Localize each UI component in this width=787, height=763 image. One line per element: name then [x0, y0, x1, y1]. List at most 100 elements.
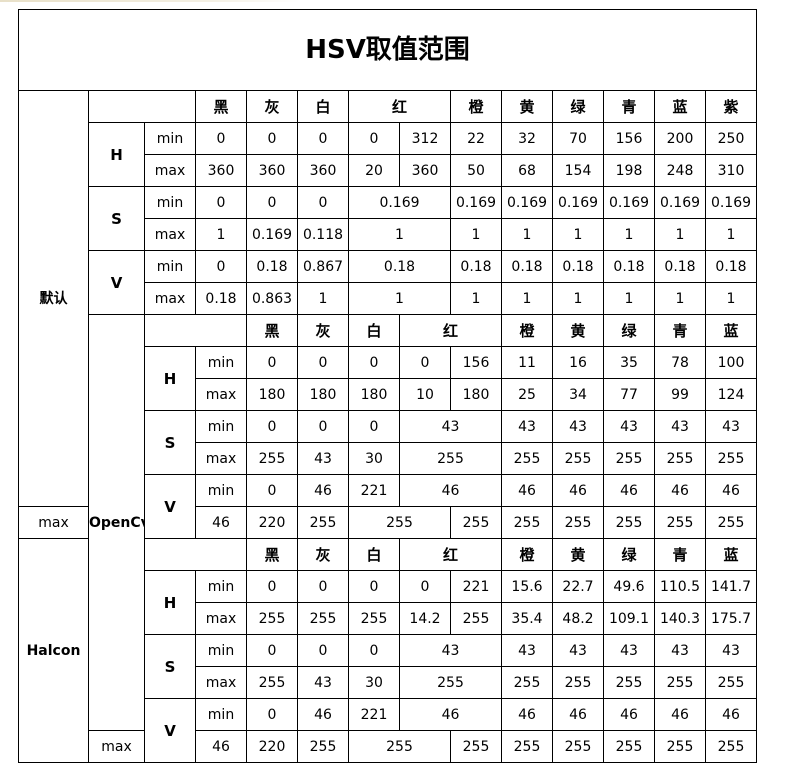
value-cell: 255 — [704, 442, 758, 475]
value-cell: 0 — [348, 410, 400, 443]
value-cell: 14.2 — [399, 602, 451, 635]
minmax-label: max — [88, 730, 145, 763]
value-cell: 0.863 — [246, 282, 298, 315]
table-row: Smin 0 0 0 0.169 0.169 0.169 0.169 0.169 0.169 0.1… — [19, 186, 758, 251]
value-cell: 0 — [195, 122, 247, 155]
color-header-cell: 白 — [297, 90, 349, 123]
value-cell: 255 — [246, 602, 298, 635]
value-cell: 0.169 — [501, 186, 553, 219]
table-row: max 46 220 255 255 255 255 255 255 255 255 — [19, 730, 758, 763]
channel-label: V — [144, 698, 196, 763]
value-cell: 198 — [603, 154, 655, 187]
color-header-cell: 黑 — [195, 90, 247, 123]
minmax-label: min — [195, 474, 247, 507]
value-cell: 1 — [501, 218, 553, 251]
value-cell: 46 — [399, 474, 502, 507]
value-cell: 100 — [704, 346, 758, 379]
color-header-cell: 黄 — [552, 314, 604, 347]
minmax-label: min — [195, 634, 247, 667]
value-cell: 0 — [297, 122, 349, 155]
value-cell: 255 — [552, 730, 604, 763]
minmax-label: min — [144, 250, 196, 283]
value-cell: 0 — [195, 186, 247, 219]
value-cell: 255 — [603, 666, 655, 699]
value-cell: 310 — [704, 154, 758, 187]
value-cell: 43 — [552, 410, 604, 443]
color-header-cell: 黑 — [246, 538, 298, 571]
value-cell: 0.118 — [297, 218, 349, 251]
value-cell: 0 — [297, 410, 349, 443]
value-cell: 30 — [348, 442, 400, 475]
value-cell: 0 — [246, 634, 298, 667]
value-cell: 22.7 — [552, 570, 604, 603]
value-cell: 46 — [501, 474, 553, 507]
value-cell: 43 — [297, 442, 349, 475]
channel-label: H — [144, 346, 196, 411]
top-edge-line — [0, 0, 300, 2]
color-header-cell: 红 — [399, 314, 502, 347]
color-header-cell: 蓝 — [654, 90, 706, 123]
value-cell: 1 — [348, 282, 451, 315]
value-cell: 43 — [603, 634, 655, 667]
value-cell: 140.3 — [654, 602, 706, 635]
value-cell: 180 — [450, 378, 502, 411]
table-row: Vmin 0 0.18 0.867 0.18 0.18 0.18 0.18 0.18 0.18 0.… — [19, 250, 758, 315]
minmax-label: max — [195, 378, 247, 411]
value-cell: 0.18 — [246, 250, 298, 283]
value-cell: 255 — [297, 602, 349, 635]
title-row: HSV取值范围 — [17, 9, 758, 91]
value-cell: 255 — [603, 506, 655, 539]
value-cell: 78 — [654, 346, 706, 379]
value-cell: 43 — [501, 410, 553, 443]
value-cell: 1 — [704, 282, 758, 315]
value-cell: 46 — [603, 698, 655, 731]
value-cell: 255 — [450, 730, 502, 763]
color-header-cell: 青 — [654, 538, 706, 571]
value-cell: 34 — [552, 378, 604, 411]
color-header-row: OpenCv黑灰白红橙黄绿青蓝紫 — [19, 314, 758, 731]
value-cell: 10 — [399, 378, 451, 411]
color-header-cell: 灰 — [297, 314, 349, 347]
value-cell: 360 — [399, 154, 451, 187]
value-cell: 0.18 — [348, 250, 451, 283]
value-cell: 221 — [348, 698, 400, 731]
value-cell: 30 — [348, 666, 400, 699]
color-header-cell: 紫 — [704, 90, 758, 123]
value-cell: 255 — [704, 730, 758, 763]
value-cell: 154 — [552, 154, 604, 187]
color-header-cell: 红 — [348, 90, 451, 123]
color-header-cell: 灰 — [297, 538, 349, 571]
value-cell: 312 — [399, 122, 451, 155]
value-cell: 46 — [603, 474, 655, 507]
value-cell: 48.2 — [552, 602, 604, 635]
value-cell: 20 — [348, 154, 400, 187]
value-cell: 200 — [654, 122, 706, 155]
value-cell: 255 — [297, 506, 349, 539]
value-cell: 0.169 — [603, 186, 655, 219]
value-cell: 156 — [603, 122, 655, 155]
value-cell: 46 — [195, 506, 247, 539]
header-blank-cell — [144, 314, 247, 347]
color-header-cell: 黄 — [501, 90, 553, 123]
value-cell: 43 — [654, 634, 706, 667]
value-cell: 0 — [399, 346, 451, 379]
value-cell: 46 — [552, 698, 604, 731]
color-header-cell: 红 — [399, 538, 502, 571]
minmax-label: min — [195, 698, 247, 731]
value-cell: 0.18 — [704, 250, 758, 283]
value-cell: 46 — [704, 474, 758, 507]
header-blank-cell — [144, 538, 247, 571]
value-cell: 255 — [552, 442, 604, 475]
value-cell: 43 — [704, 634, 758, 667]
value-cell: 255 — [552, 506, 604, 539]
value-cell: 255 — [501, 730, 553, 763]
value-cell: 0 — [399, 570, 451, 603]
value-cell: 0 — [246, 410, 298, 443]
value-cell: 46 — [654, 474, 706, 507]
value-cell: 0 — [246, 698, 298, 731]
color-header-cell: 绿 — [603, 314, 655, 347]
value-cell: 255 — [552, 666, 604, 699]
color-header-cell: 灰 — [246, 90, 298, 123]
value-cell: 360 — [195, 154, 247, 187]
value-cell: 46 — [654, 698, 706, 731]
